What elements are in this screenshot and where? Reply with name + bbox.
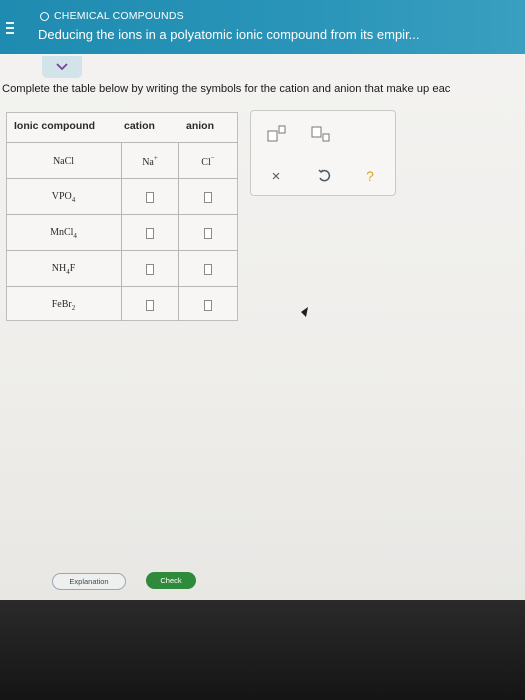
subscript-box-icon [311, 126, 330, 142]
superscript-template-button[interactable] [265, 123, 289, 145]
compound-cell: VPO4 [6, 179, 121, 215]
table-row: NH4F [6, 250, 238, 286]
math-tool-panel: × ? [250, 110, 396, 196]
compound-formula: NaCl [52, 155, 75, 167]
monitor-bezel [0, 600, 525, 700]
screen: CHEMICAL COMPOUNDS Deducing the ions in … [0, 0, 525, 600]
check-button[interactable]: Check [146, 572, 196, 589]
compound-formula: VPO4 [51, 190, 76, 204]
superscript-box-icon [267, 125, 286, 142]
table-row: MnCl4 [6, 214, 238, 250]
compound-formula: FeBr2 [51, 298, 76, 312]
clear-button[interactable]: × [263, 165, 289, 187]
mouse-pointer-icon [300, 305, 310, 323]
compound-formula: MnCl4 [50, 226, 77, 240]
cation-value: Na+ [142, 154, 158, 168]
anion-input[interactable] [204, 299, 212, 311]
chevron-down-icon [56, 63, 68, 71]
anion-cell[interactable] [179, 287, 237, 323]
header-ionic-compound: Ionic compound [14, 120, 96, 132]
topic-label: CHEMICAL COMPOUNDS [54, 10, 184, 22]
compound-formula: NH4F [51, 262, 76, 276]
instruction-text: Complete the table below by writing the … [2, 83, 451, 95]
explanation-button[interactable]: Explanation [52, 573, 126, 590]
help-button[interactable]: ? [357, 165, 383, 187]
collapse-toggle[interactable] [42, 56, 82, 78]
header-cation: cation [124, 120, 155, 132]
close-icon: × [271, 167, 281, 185]
compound-cell: NH4F [6, 251, 121, 287]
anion-cell[interactable] [179, 179, 237, 215]
cation-input[interactable] [146, 191, 154, 203]
anion-input[interactable] [204, 263, 212, 275]
header-bar: CHEMICAL COMPOUNDS Deducing the ions in … [0, 0, 525, 54]
anion-cell[interactable] [179, 215, 237, 251]
cation-cell: Na+ [122, 143, 178, 179]
table-row: FeBr2 [6, 286, 238, 322]
anion-input[interactable] [204, 227, 212, 239]
cation-cell[interactable] [122, 251, 178, 287]
compound-cell: NaCl [6, 143, 121, 179]
table-row: VPO4 [6, 178, 238, 214]
cation-cell[interactable] [122, 215, 178, 251]
cation-cell[interactable] [122, 287, 178, 323]
anion-input[interactable] [204, 191, 212, 203]
cation-input[interactable] [146, 299, 154, 311]
cation-input[interactable] [146, 227, 154, 239]
topic-row: CHEMICAL COMPOUNDS [40, 10, 184, 22]
cation-cell[interactable] [122, 179, 178, 215]
undo-button[interactable] [311, 165, 337, 187]
subscript-template-button[interactable] [309, 123, 333, 145]
menu-icon[interactable] [6, 22, 16, 34]
undo-icon [318, 169, 331, 182]
cation-input[interactable] [146, 263, 154, 275]
help-icon: ? [366, 168, 374, 184]
topic-circle-icon [40, 11, 49, 21]
table-row: NaCl Na+ Cl− [6, 142, 238, 178]
compound-cell: FeBr2 [6, 287, 121, 323]
compound-cell: MnCl4 [6, 215, 121, 251]
anion-cell: Cl− [179, 143, 237, 179]
anion-cell[interactable] [179, 251, 237, 287]
page-title: Deducing the ions in a polyatomic ionic … [38, 27, 420, 42]
anion-value: Cl− [201, 154, 215, 168]
header-anion: anion [186, 120, 214, 132]
